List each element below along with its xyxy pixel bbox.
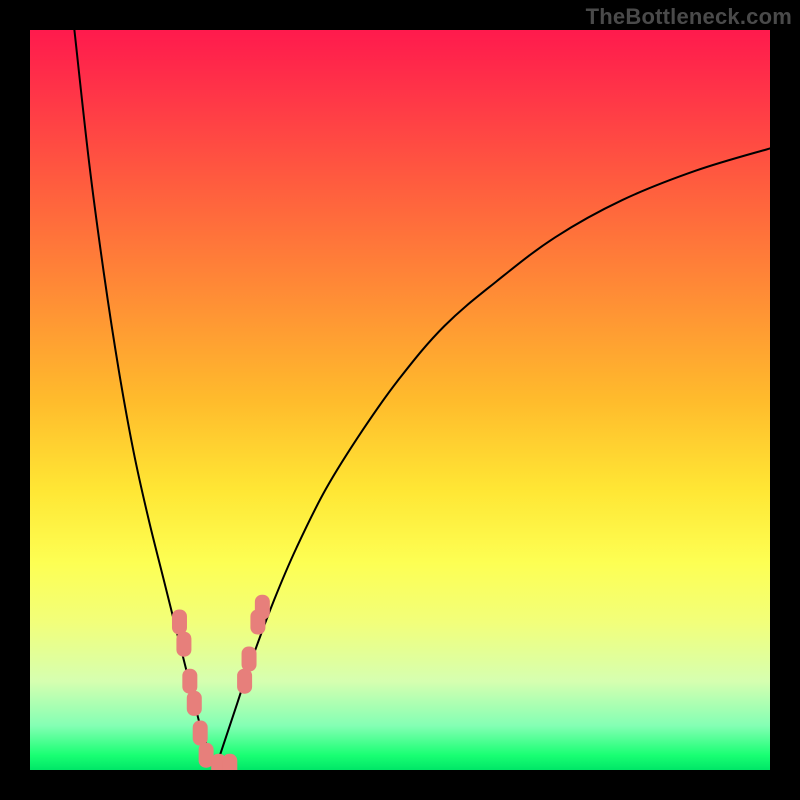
curve-right-branch <box>215 148 770 770</box>
watermark-text: TheBottleneck.com <box>586 4 792 30</box>
marker-group <box>172 595 270 770</box>
data-marker <box>193 721 208 746</box>
curve-left-branch <box>74 30 215 770</box>
data-marker <box>222 754 237 770</box>
chart-frame: TheBottleneck.com <box>0 0 800 800</box>
data-marker <box>237 669 252 694</box>
plot-area <box>30 30 770 770</box>
data-marker <box>255 595 270 620</box>
data-marker <box>242 647 257 672</box>
data-marker <box>187 691 202 716</box>
curve-layer <box>30 30 770 770</box>
data-marker <box>182 669 197 694</box>
data-marker <box>172 610 187 635</box>
data-marker <box>176 632 191 657</box>
